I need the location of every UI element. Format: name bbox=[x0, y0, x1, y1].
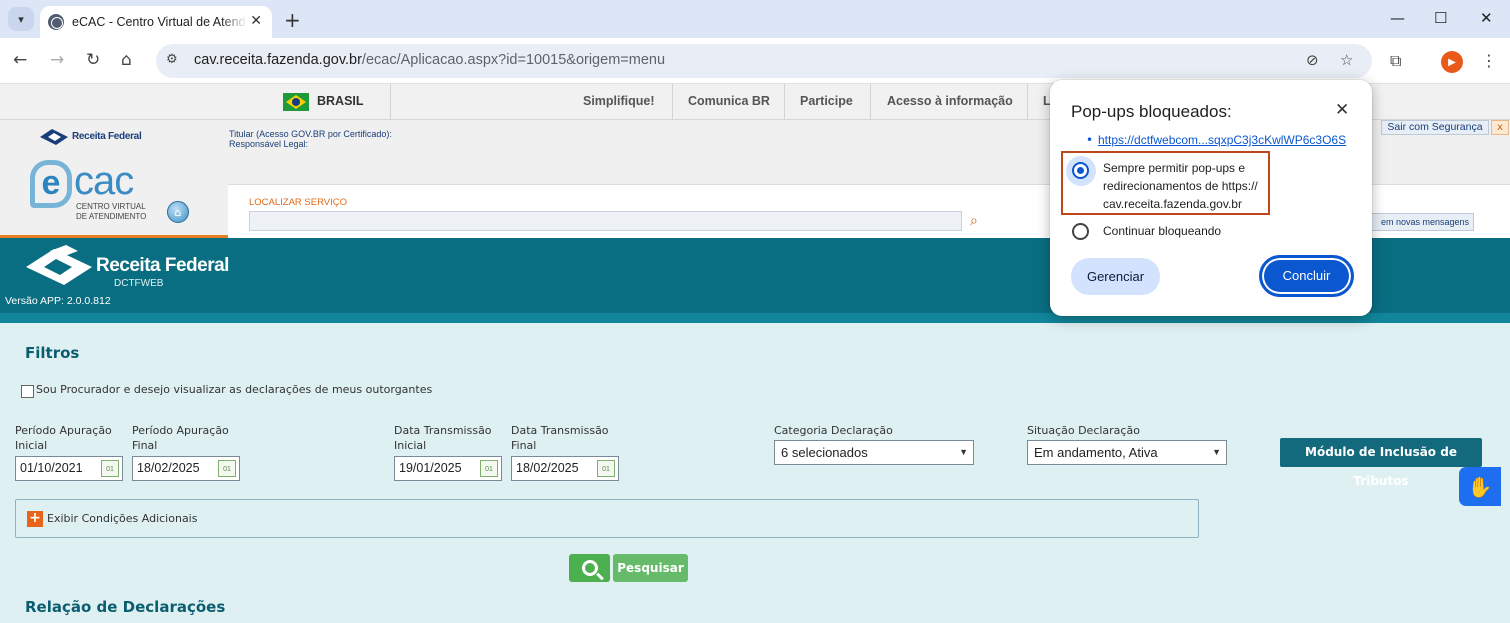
periodo-inicial-input[interactable]: 01/10/2021 01 bbox=[15, 456, 123, 481]
condicoes-adicionais-panel[interactable]: + Exibir Condições Adicionais bbox=[15, 499, 1199, 538]
manage-button[interactable]: Gerenciar bbox=[1071, 258, 1160, 295]
filters-area: Filtros Sou Procurador e desejo visualiz… bbox=[0, 323, 1510, 623]
globe-icon bbox=[48, 14, 64, 30]
calendar-icon[interactable]: 01 bbox=[101, 460, 119, 477]
govbr-link-acesso[interactable]: Acesso à informação bbox=[887, 94, 1013, 108]
popups-blocked-dialog: Pop-ups bloqueados: ✕ • https://dctfwebc… bbox=[1050, 80, 1372, 316]
tab-search-chevron-icon[interactable]: ▾ bbox=[8, 7, 34, 31]
kebab-menu-icon[interactable]: ⋮ bbox=[1481, 51, 1497, 70]
condicoes-adicionais-label[interactable]: Exibir Condições Adicionais bbox=[47, 512, 197, 525]
transmissao-final-label: Data Transmissão Final bbox=[511, 424, 609, 452]
done-button[interactable]: Concluir bbox=[1259, 255, 1354, 297]
procurador-checkbox[interactable] bbox=[21, 385, 34, 398]
transmissao-inicial-label: Data Transmissão Inicial bbox=[394, 424, 492, 452]
search-button[interactable] bbox=[569, 554, 610, 582]
situacao-select[interactable]: Em andamento, Ativa ▼ bbox=[1027, 440, 1227, 465]
relacao-declaracoes-heading: Relação de Declarações bbox=[25, 598, 226, 616]
expand-plus-icon[interactable]: + bbox=[27, 511, 43, 527]
magnifier-search-icon[interactable]: ⌕ bbox=[970, 213, 978, 229]
tab-title: eCAC - Centro Virtual de Atendimento bbox=[72, 15, 247, 29]
periodo-inicial-label: Período Apuração Inicial bbox=[15, 424, 112, 452]
sair-com-seguranca-button[interactable]: Sair com Segurança bbox=[1381, 120, 1489, 135]
search-icon bbox=[581, 560, 598, 576]
blocked-popup-link[interactable]: https://dctfwebcom...sqxpC3j3cKwlWP6c3O6… bbox=[1098, 133, 1346, 147]
receita-federal-small-label: Receita Federal bbox=[72, 131, 142, 142]
transmissao-final-input[interactable]: 18/02/2025 01 bbox=[511, 456, 619, 481]
extensions-puzzle-icon[interactable]: ⧉ bbox=[1390, 51, 1401, 71]
app-version: Versão APP: 2.0.0.812 bbox=[5, 295, 111, 307]
transmissao-inicial-input[interactable]: 19/01/2025 01 bbox=[394, 456, 502, 481]
home-icon[interactable]: ⌂ bbox=[121, 50, 132, 70]
receita-federal-mark-icon bbox=[26, 245, 92, 285]
accessibility-hands-icon[interactable]: ✋ bbox=[1459, 467, 1501, 506]
periodo-final-label: Período Apuração Final bbox=[132, 424, 229, 452]
receita-federal-logo-icon bbox=[40, 129, 68, 145]
site-info-icon[interactable]: ⚙ bbox=[166, 52, 178, 67]
popup-title: Pop-ups bloqueados: bbox=[1071, 102, 1232, 121]
annotation-highlight-box bbox=[1061, 151, 1270, 215]
app-system-name: DCTFWEB bbox=[114, 278, 164, 289]
govbr-link-participe[interactable]: Participe bbox=[800, 94, 853, 108]
govbr-link-simplifique[interactable]: Simplifique! bbox=[583, 94, 655, 108]
periodo-final-input[interactable]: 18/02/2025 01 bbox=[132, 456, 240, 481]
categoria-select[interactable]: 6 selecionados ▼ bbox=[774, 440, 974, 465]
govbr-divider bbox=[870, 84, 871, 120]
url-text[interactable]: cav.receita.fazenda.gov.br/ecac/Aplicaca… bbox=[194, 52, 665, 68]
popup-close-icon[interactable]: ✕ bbox=[1335, 100, 1349, 120]
brazil-flag-icon bbox=[283, 93, 309, 111]
govbr-divider bbox=[672, 84, 673, 120]
browser-tabstrip: ▾ eCAC - Centro Virtual de Atendimento ✕… bbox=[0, 0, 1510, 38]
govbr-divider bbox=[784, 84, 785, 120]
address-bar[interactable]: ⚙ cav.receita.fazenda.gov.br/ecac/Aplica… bbox=[156, 44, 1372, 78]
app-brand-title: Receita Federal bbox=[96, 255, 229, 276]
browser-toolbar: ← → ↻ ⌂ ⚙ cav.receita.fazenda.gov.br/eca… bbox=[0, 38, 1510, 84]
filtros-heading: Filtros bbox=[25, 344, 80, 362]
dropdown-arrow-icon: ▼ bbox=[1212, 447, 1221, 457]
govbr-divider bbox=[390, 84, 391, 120]
sair-x-icon[interactable]: x bbox=[1491, 120, 1509, 135]
profile-avatar[interactable]: ▶ bbox=[1441, 51, 1463, 73]
calendar-icon[interactable]: 01 bbox=[480, 460, 498, 477]
procurador-option[interactable]: Sou Procurador e desejo visualizar as de… bbox=[21, 381, 432, 398]
govbr-divider bbox=[1027, 84, 1028, 120]
localizar-servico-input[interactable] bbox=[249, 211, 962, 231]
calendar-icon[interactable]: 01 bbox=[218, 460, 236, 477]
novas-mensagens-button[interactable]: em novas mensagens bbox=[1364, 213, 1474, 231]
ecac-logo[interactable]: e cac CENTRO VIRTUAL DE ATENDIMENTO bbox=[30, 160, 150, 226]
procurador-label: Sou Procurador e desejo visualizar as de… bbox=[36, 383, 433, 396]
calendar-icon[interactable]: 01 bbox=[597, 460, 615, 477]
keep-blocking-label[interactable]: Continuar bloqueando bbox=[1103, 222, 1221, 240]
titular-info: Titular (Acesso GOV.BR por Certificado):… bbox=[229, 129, 392, 149]
tab-close-icon[interactable]: ✕ bbox=[250, 13, 262, 29]
modulo-inclusao-tributos-button[interactable]: Módulo de Inclusão de Tributos bbox=[1280, 438, 1482, 488]
popup-blocked-icon[interactable]: ⊘ bbox=[1306, 51, 1319, 69]
link-bullet: • bbox=[1086, 133, 1094, 147]
govbr-link-comunica[interactable]: Comunica BR bbox=[688, 94, 770, 108]
ecac-home-icon[interactable]: ⌂ bbox=[167, 201, 189, 223]
pesquisar-button[interactable]: Pesquisar bbox=[613, 554, 688, 582]
reload-icon[interactable]: ↻ bbox=[86, 50, 100, 70]
keep-blocking-radio[interactable] bbox=[1072, 223, 1089, 240]
maximize-icon[interactable]: ☐ bbox=[1434, 9, 1447, 27]
situacao-label: Situação Declaração bbox=[1027, 424, 1140, 437]
bookmark-star-icon[interactable]: ☆ bbox=[1340, 51, 1353, 69]
govbr-country[interactable]: BRASIL bbox=[317, 94, 364, 108]
minimize-icon[interactable]: — bbox=[1390, 9, 1405, 27]
new-tab-plus-icon[interactable]: + bbox=[284, 8, 301, 32]
forward-arrow-icon[interactable]: → bbox=[50, 50, 64, 70]
browser-tab-active[interactable]: eCAC - Centro Virtual de Atendimento ✕ bbox=[40, 6, 272, 38]
window-close-icon[interactable]: ✕ bbox=[1480, 9, 1493, 27]
localizar-servico-label: LOCALIZAR SERVIÇO bbox=[249, 197, 348, 208]
back-arrow-icon[interactable]: ← bbox=[13, 50, 27, 70]
dropdown-arrow-icon: ▼ bbox=[959, 447, 968, 457]
categoria-label: Categoria Declaração bbox=[774, 424, 893, 437]
